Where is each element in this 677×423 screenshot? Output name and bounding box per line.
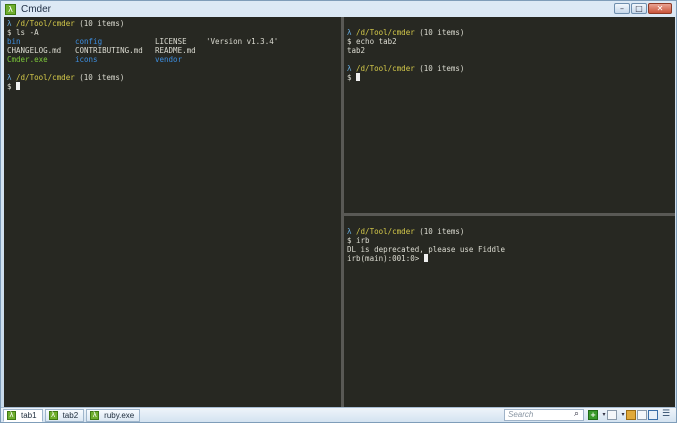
console-pane-left[interactable]: λ /d/Tool/cmder (10 items) $ ls -A bin co…	[4, 17, 341, 407]
lambda-glyph: λ	[347, 227, 352, 236]
prompt-line: λ /d/Tool/cmder (10 items)	[347, 227, 672, 236]
cmder-window: λ Cmder – □ ✕ λ /d/Tool/cmder (10 items)…	[0, 0, 677, 423]
ls-output-row: bin config LICENSE 'Version v1.3.4'	[7, 37, 338, 46]
new-console-icon[interactable]: +	[588, 410, 598, 420]
command-output: tab2	[347, 46, 366, 55]
menu-icon[interactable]: ☰	[661, 410, 671, 420]
ls-output-row: Cmder.exe icons vendor	[7, 55, 338, 64]
tab-tab2[interactable]: λ tab2	[44, 408, 85, 422]
prompt-path: /d/Tool/cmder	[16, 73, 75, 82]
lambda-glyph: λ	[347, 64, 352, 73]
ls-entry: vendor	[155, 55, 183, 64]
input-line[interactable]: $	[347, 73, 672, 82]
command-prompt: $	[7, 82, 17, 91]
prompt-line: λ /d/Tool/cmder (10 items)	[347, 64, 672, 73]
command-prompt: $	[347, 73, 357, 82]
prompt-path: /d/Tool/cmder	[356, 28, 415, 37]
prompt-path: /d/Tool/cmder	[356, 227, 415, 236]
prompt-item-count: (10 items)	[419, 227, 465, 236]
input-line[interactable]: irb(main):001:0>	[347, 254, 672, 263]
ls-entry: icons	[75, 55, 98, 64]
prompt-item-count: (10 items)	[79, 73, 125, 82]
console-window-icon[interactable]	[607, 410, 617, 420]
maximize-pane-icon[interactable]	[648, 410, 658, 420]
minimize-button[interactable]: –	[614, 3, 630, 14]
prompt-item-count: (10 items)	[79, 19, 125, 28]
ls-entry: 'Version v1.3.4'	[206, 37, 279, 46]
console-pane-top-right[interactable]: λ /d/Tool/cmder (10 items) $ echo tab2 t…	[344, 17, 675, 213]
ls-output-row: CHANGELOG.md CONTRIBUTING.md README.md	[7, 46, 338, 55]
ls-entry: CHANGELOG.md	[7, 46, 62, 55]
maximize-button[interactable]: □	[631, 3, 647, 14]
tab-tab1[interactable]: λ tab1	[3, 408, 43, 422]
tab-ruby-exe[interactable]: λ ruby.exe	[86, 408, 141, 422]
irb-prompt: irb(main):001:0>	[347, 254, 424, 263]
prompt-line: λ /d/Tool/cmder (10 items)	[347, 28, 672, 37]
command-output: DL is deprecated, please use Fiddle	[347, 245, 506, 254]
lambda-glyph: λ	[7, 73, 12, 82]
ls-entry: README.md	[155, 46, 196, 55]
prompt-line: λ /d/Tool/cmder (10 items)	[7, 73, 338, 82]
tab-label: tab1	[21, 410, 37, 420]
tab-bar: λ tab1 λ tab2 λ ruby.exe Search ⌕ + ▾ ▾ …	[1, 407, 676, 422]
lambda-glyph: λ	[347, 28, 352, 37]
window-controls: – □ ✕	[614, 3, 672, 14]
prompt-path: /d/Tool/cmder	[16, 19, 75, 28]
close-button[interactable]: ✕	[648, 3, 672, 14]
title-bar[interactable]: λ Cmder – □ ✕	[1, 1, 676, 17]
command-line: $ irb	[347, 236, 370, 245]
ls-entry: CONTRIBUTING.md	[75, 46, 143, 55]
lambda-icon: λ	[7, 410, 16, 420]
search-icon[interactable]: ⌕	[574, 409, 579, 419]
prompt-path: /d/Tool/cmder	[356, 64, 415, 73]
tab-label: tab2	[62, 410, 79, 420]
split-view-icon[interactable]	[637, 410, 647, 420]
input-line[interactable]: $	[7, 82, 338, 91]
cmder-app-icon[interactable]: λ	[5, 3, 16, 15]
ls-entry: Cmder.exe	[7, 55, 48, 64]
search-input[interactable]: Search	[504, 409, 584, 421]
prompt-line: λ /d/Tool/cmder (10 items)	[7, 19, 338, 28]
lambda-icon: λ	[90, 410, 100, 420]
lock-icon[interactable]	[626, 410, 636, 420]
text-cursor	[16, 82, 21, 90]
tab-label: ruby.exe	[104, 410, 135, 420]
lambda-icon: λ	[48, 410, 58, 420]
console-pane-bottom-right[interactable]: λ /d/Tool/cmder (10 items) $ irb DL is d…	[344, 216, 675, 407]
text-cursor	[423, 254, 428, 262]
window-title: Cmder	[21, 3, 52, 15]
ls-entry: LICENSE	[155, 37, 187, 46]
command-line: $ ls -A	[7, 28, 39, 37]
ls-entry: config	[75, 37, 103, 46]
ls-entry: bin	[7, 37, 21, 46]
text-cursor	[356, 73, 361, 81]
prompt-item-count: (10 items)	[419, 28, 465, 37]
lambda-glyph: λ	[7, 19, 12, 28]
command-line: $ echo tab2	[347, 37, 397, 46]
prompt-item-count: (10 items)	[419, 64, 465, 73]
terminal-area: λ /d/Tool/cmder (10 items) $ ls -A bin co…	[4, 17, 675, 407]
